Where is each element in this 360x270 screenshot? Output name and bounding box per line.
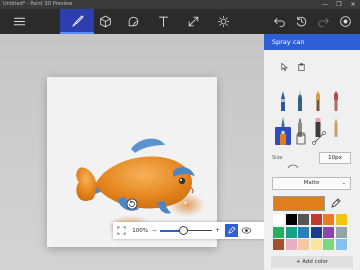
- spray-can-icon: [280, 131, 286, 145]
- title-bar: Untitled* - Paint 3D Preview — ❐ ✕: [0, 0, 360, 9]
- zoom-bar: 100% − +: [113, 222, 264, 239]
- eyedropper-icon[interactable]: [330, 197, 342, 209]
- zoom-out-button[interactable]: −: [152, 227, 157, 234]
- menu-button[interactable]: [2, 9, 36, 34]
- menu-icon: [13, 17, 25, 26]
- tab-effects[interactable]: [206, 9, 240, 34]
- finish-value: Matte: [303, 180, 320, 186]
- pen-toggle-button[interactable]: [225, 224, 239, 237]
- canvas-icon: [188, 16, 198, 27]
- palette-swatch[interactable]: [323, 226, 334, 238]
- rotate-icon[interactable]: [126, 198, 138, 210]
- palette-swatch[interactable]: [323, 239, 334, 250]
- watercolor-brush[interactable]: [329, 87, 343, 111]
- brush-icon: [71, 15, 84, 27]
- zoom-level: 100%: [132, 227, 148, 234]
- palette-swatch[interactable]: [273, 239, 284, 250]
- oil-brush[interactable]: [311, 87, 325, 111]
- size-slider-icon[interactable]: [287, 164, 299, 169]
- text-icon: [158, 16, 168, 27]
- minimize-button[interactable]: —: [318, 0, 332, 9]
- close-button[interactable]: ✕: [346, 0, 360, 9]
- finish-dropdown[interactable]: Matte ⌄: [272, 177, 351, 190]
- marker-icon: [281, 91, 285, 111]
- sticker-icon: [128, 16, 138, 27]
- palette-swatch[interactable]: [273, 226, 284, 238]
- paste-icon[interactable]: [297, 62, 306, 72]
- zoom-in-button[interactable]: +: [215, 227, 220, 234]
- fill-bucket-icon: [296, 132, 306, 145]
- fit-to-screen-icon[interactable]: [117, 226, 126, 235]
- maximize-button[interactable]: ❐: [332, 0, 346, 9]
- select-icon[interactable]: [280, 62, 289, 72]
- eye-icon[interactable]: [241, 226, 252, 235]
- fill-bucket[interactable]: [294, 127, 308, 145]
- palette-swatch[interactable]: [298, 226, 309, 238]
- palette-swatch[interactable]: [310, 226, 322, 238]
- palette-swatch[interactable]: [310, 214, 322, 225]
- effects-icon: [217, 15, 229, 28]
- palette-swatch[interactable]: [335, 214, 347, 225]
- tab-stickers[interactable]: [116, 9, 150, 34]
- line-tool[interactable]: [312, 127, 326, 145]
- palette-swatch[interactable]: [310, 239, 322, 250]
- palette-swatch[interactable]: [285, 239, 297, 250]
- palette-swatch[interactable]: [285, 214, 297, 225]
- spray-can-brush[interactable]: [275, 127, 291, 145]
- tab-canvas[interactable]: [176, 9, 210, 34]
- tab-text[interactable]: [146, 9, 180, 34]
- crayon-brush[interactable]: [329, 113, 343, 137]
- palette-swatch[interactable]: [335, 239, 347, 250]
- calligraphy-pen-icon: [298, 91, 302, 111]
- palette-swatch[interactable]: [285, 226, 297, 238]
- watercolor-icon: [334, 91, 338, 111]
- selected-color-swatch[interactable]: [273, 196, 325, 211]
- cube-icon: [99, 15, 111, 28]
- line-icon: [312, 131, 326, 145]
- chevron-down-icon: ⌄: [341, 180, 346, 186]
- zoom-slider[interactable]: [160, 226, 213, 235]
- add-color-button[interactable]: + Add color: [271, 256, 353, 268]
- crayon-icon: [334, 118, 338, 137]
- window-title: Untitled* - Paint 3D Preview: [3, 1, 73, 7]
- palette-swatch[interactable]: [298, 239, 309, 250]
- size-input[interactable]: 10px: [319, 152, 351, 164]
- palette-swatch[interactable]: [273, 214, 284, 225]
- size-label: Size: [272, 155, 283, 161]
- remix-icon: [339, 16, 351, 27]
- remix-button[interactable]: [328, 9, 360, 34]
- palette-swatch[interactable]: [298, 214, 309, 225]
- palette-swatch[interactable]: [323, 214, 334, 225]
- panel-title: Spray can: [264, 34, 360, 50]
- main-toolbar: [0, 9, 360, 34]
- oil-brush-icon: [316, 91, 320, 111]
- calligraphy-pen-brush[interactable]: [293, 87, 307, 111]
- pen-icon: [228, 226, 236, 234]
- palette-swatch[interactable]: [335, 226, 347, 238]
- color-palette: [273, 214, 347, 250]
- marker-brush[interactable]: [276, 87, 290, 111]
